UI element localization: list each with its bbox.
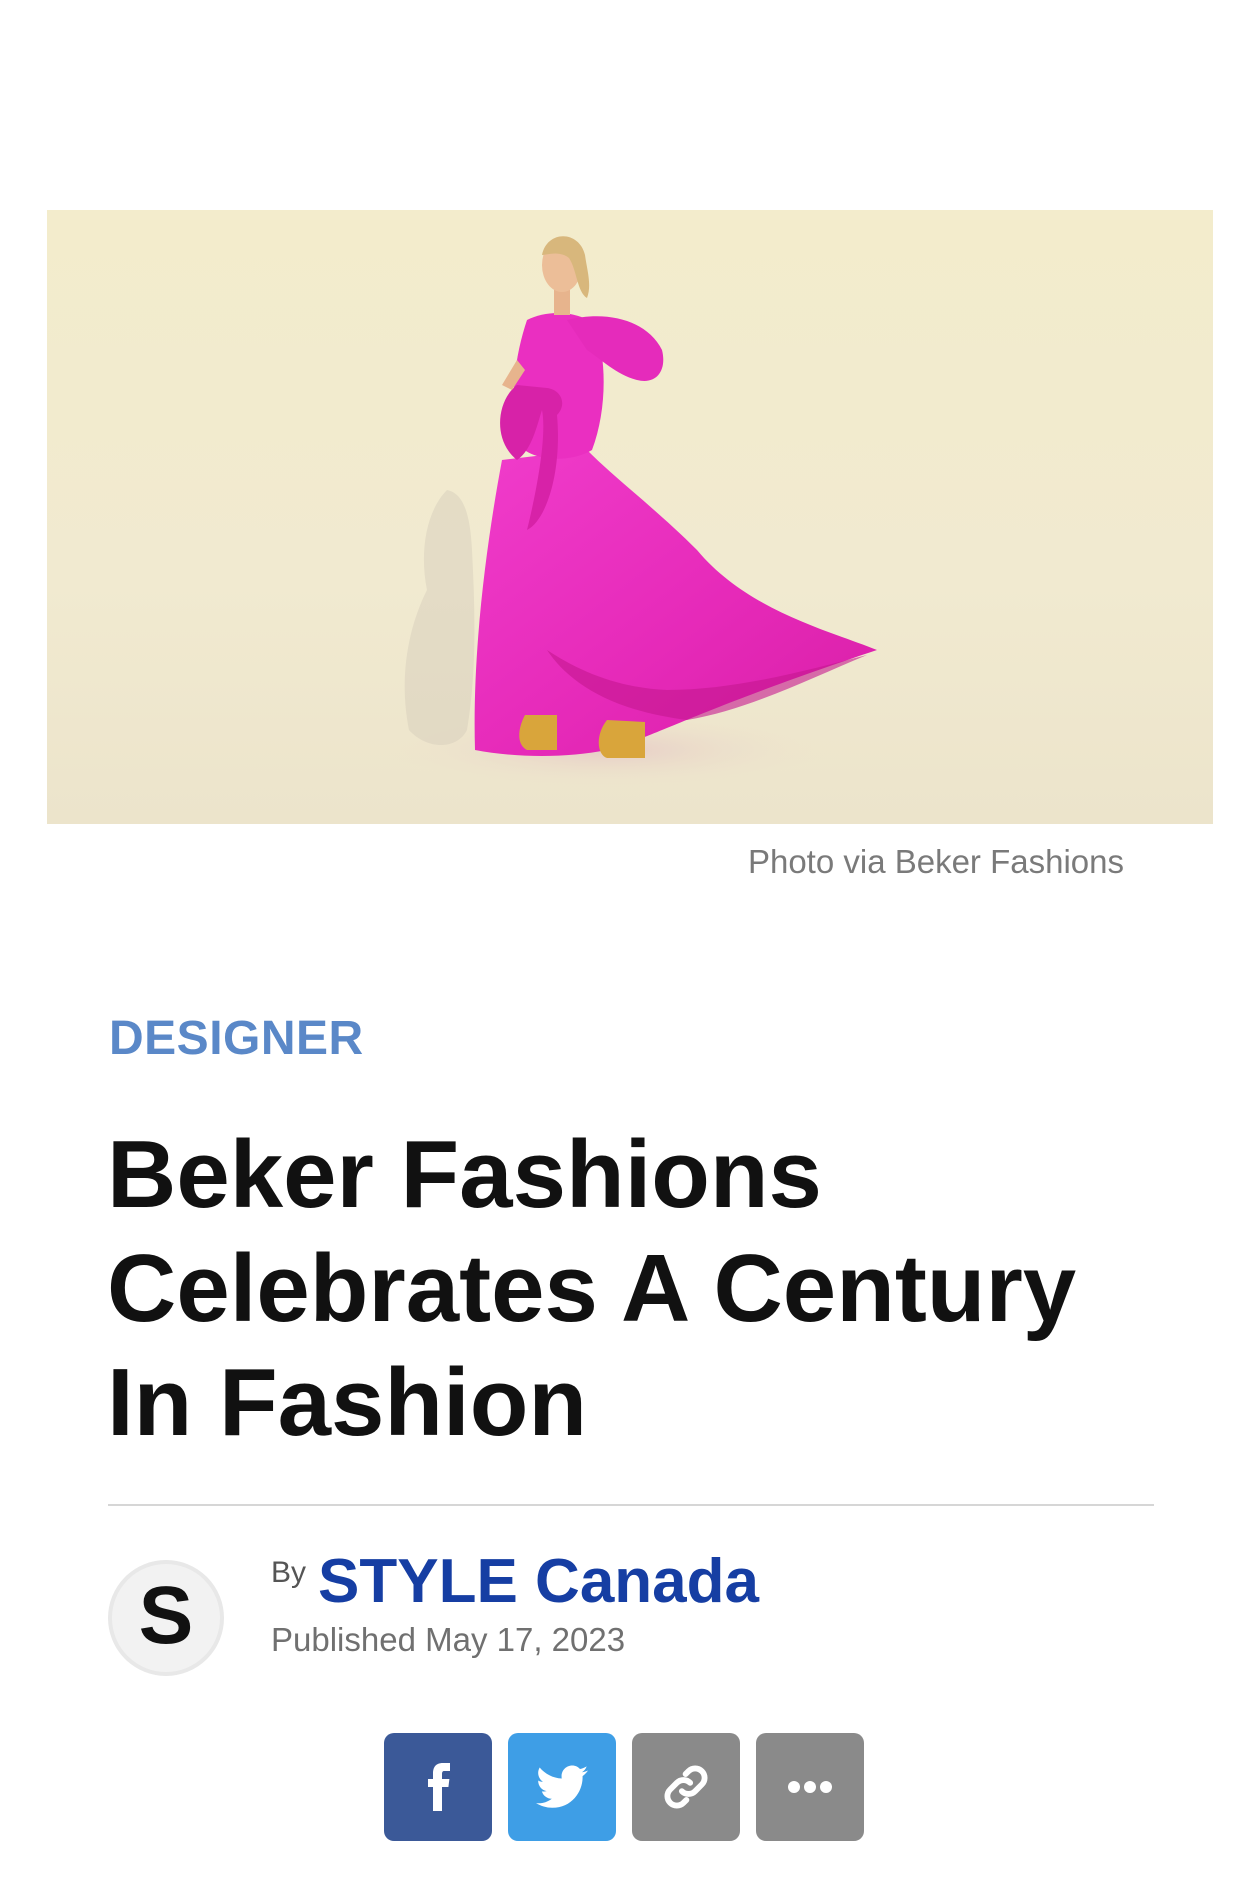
- author-avatar[interactable]: S: [108, 1560, 224, 1676]
- link-icon: [664, 1765, 708, 1809]
- facebook-icon: [428, 1763, 450, 1811]
- avatar-letter: S: [138, 1570, 194, 1661]
- by-label: By: [271, 1556, 307, 1589]
- share-twitter-button[interactable]: [508, 1733, 616, 1841]
- divider: [108, 1504, 1154, 1506]
- article-headline: Beker Fashions Celebrates A Century In F…: [107, 1121, 1077, 1456]
- author-name-link[interactable]: STYLE Canada: [318, 1547, 759, 1616]
- hero-photo: [377, 236, 877, 790]
- more-icon: [788, 1781, 832, 1793]
- hero-image: [47, 210, 1213, 824]
- share-more-button[interactable]: [756, 1733, 864, 1841]
- share-facebook-button[interactable]: [384, 1733, 492, 1841]
- share-link-button[interactable]: [632, 1733, 740, 1841]
- published-date: Published May 17, 2023: [271, 1621, 626, 1658]
- byline: By STYLE Canada: [271, 1546, 759, 1617]
- photo-caption: Photo via Beker Fashions: [747, 843, 1124, 880]
- twitter-icon: [536, 1765, 588, 1808]
- category-label[interactable]: DESIGNER: [109, 1011, 364, 1066]
